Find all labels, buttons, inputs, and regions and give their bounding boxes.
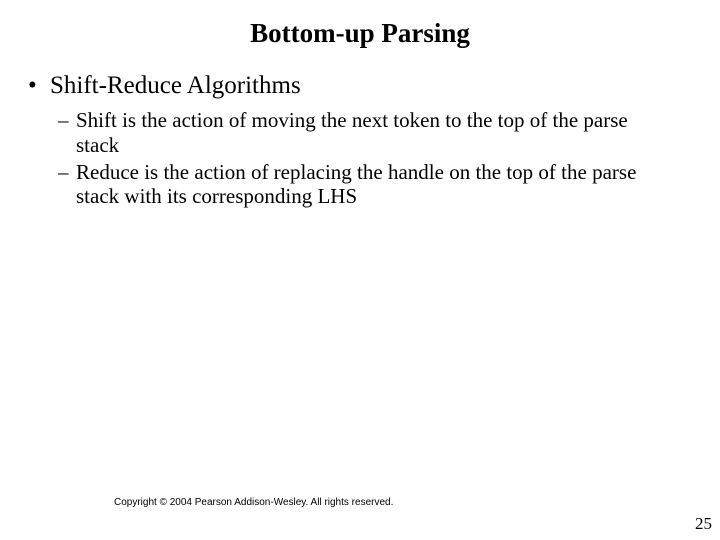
slide-title: Bottom-up Parsing [0, 18, 720, 49]
bullet-l2-text: Shift is the action of moving the next t… [76, 108, 666, 158]
list-item: – Shift is the action of moving the next… [58, 108, 666, 158]
copyright-text: Copyright © 2004 Pearson Addison-Wesley.… [114, 497, 393, 508]
bullet-l1: • [28, 72, 37, 100]
bullet-l1-text: Shift-Reduce Algorithms [50, 72, 301, 100]
slide: Bottom-up Parsing • Shift-Reduce Algorit… [0, 0, 720, 540]
dash-icon: – [58, 160, 76, 210]
list-item: – Reduce is the action of replacing the … [58, 160, 666, 210]
bullet-l2-group: – Shift is the action of moving the next… [58, 108, 666, 211]
page-number: 25 [695, 514, 712, 534]
bullet-l2-text: Reduce is the action of replacing the ha… [76, 160, 666, 210]
dash-icon: – [58, 108, 76, 158]
